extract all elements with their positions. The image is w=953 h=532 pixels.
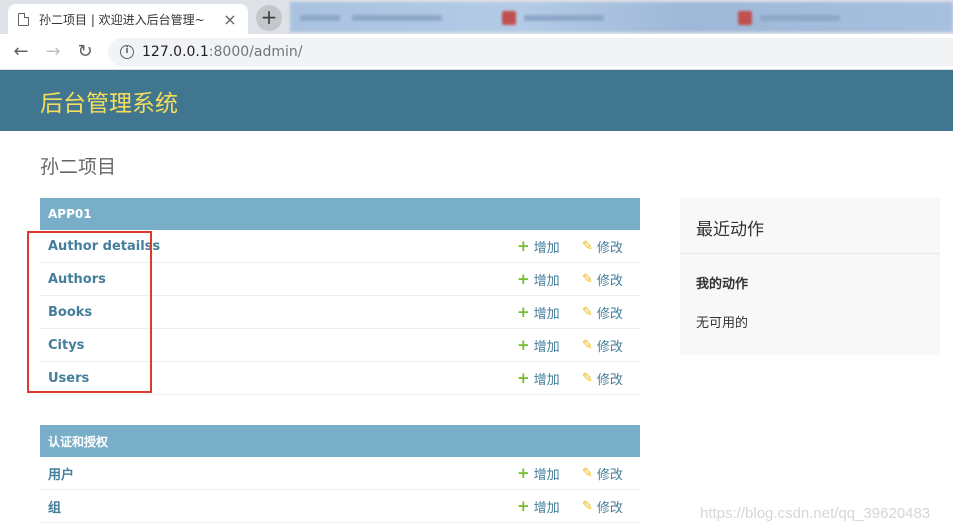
url-path: :8000/admin/ — [208, 44, 303, 60]
recent-actions-panel: 最近动作 我的动作 无可用的 — [680, 198, 940, 355]
add-link[interactable]: + 增加 — [517, 303, 560, 322]
my-actions-heading: 我的动作 — [696, 277, 749, 292]
change-label: 修改 — [596, 467, 623, 483]
document-icon — [18, 12, 29, 26]
highlight-annotation-box — [27, 231, 152, 393]
csdn-favicon-icon — [738, 11, 752, 25]
change-link[interactable]: ✎ 修改 — [582, 369, 623, 388]
page-title: 孙二项目 — [40, 156, 117, 178]
plus-icon: + — [517, 269, 530, 288]
background-tab-blurred — [300, 15, 340, 21]
pencil-icon: ✎ — [582, 304, 593, 320]
pencil-icon: ✎ — [582, 238, 593, 254]
change-link[interactable]: ✎ 修改 — [582, 497, 623, 516]
pencil-icon: ✎ — [582, 498, 593, 514]
csdn-favicon-icon — [502, 11, 516, 25]
plus-icon: + — [517, 368, 530, 387]
new-tab-button[interactable]: + — [256, 5, 282, 31]
change-label: 修改 — [596, 306, 623, 322]
background-tab-blurred — [524, 15, 604, 21]
back-arrow-icon[interactable]: ← — [10, 41, 32, 63]
forward-arrow-icon[interactable]: → — [42, 41, 64, 63]
model-link[interactable]: 组 — [40, 497, 61, 516]
change-label: 修改 — [596, 500, 623, 516]
plus-icon: + — [517, 236, 530, 255]
pencil-icon: ✎ — [582, 465, 593, 481]
background-tabs[interactable] — [290, 2, 953, 32]
module-auth: 认证和授权 用户 + 增加 ✎ 修改 组 + 增加 ✎ 修改 — [40, 425, 640, 523]
address-bar[interactable]: i 127.0.0.1:8000/admin/ — [108, 38, 953, 66]
change-link[interactable]: ✎ 修改 — [582, 237, 623, 256]
info-icon[interactable]: i — [120, 45, 134, 59]
close-icon[interactable]: × — [222, 10, 238, 29]
add-label: 增加 — [533, 500, 560, 516]
change-link[interactable]: ✎ 修改 — [582, 464, 623, 483]
background-tab-blurred — [760, 15, 840, 21]
add-link[interactable]: + 增加 — [517, 336, 560, 355]
add-label: 增加 — [533, 273, 560, 289]
plus-icon: + — [517, 302, 530, 321]
module-caption[interactable]: APP01 — [40, 198, 640, 230]
browser-tab-active[interactable]: 孙二项目 | 欢迎进入后台管理~ × — [8, 4, 248, 34]
add-link[interactable]: + 增加 — [517, 497, 560, 516]
add-label: 增加 — [533, 240, 560, 256]
url-host: 127.0.0.1 — [142, 44, 209, 60]
plus-icon: + — [517, 463, 530, 482]
plus-icon: + — [517, 496, 530, 515]
add-link[interactable]: + 增加 — [517, 464, 560, 483]
add-label: 增加 — [533, 467, 560, 483]
recent-actions-title: 最近动作 — [680, 198, 940, 254]
background-tab-blurred — [352, 15, 442, 21]
change-label: 修改 — [596, 339, 623, 355]
watermark: https://blog.csdn.net/qq_39620483 — [700, 505, 931, 522]
change-label: 修改 — [596, 372, 623, 388]
tab-title: 孙二项目 | 欢迎进入后台管理~ — [39, 12, 205, 27]
change-label: 修改 — [596, 240, 623, 256]
change-link[interactable]: ✎ 修改 — [582, 303, 623, 322]
add-link[interactable]: + 增加 — [517, 369, 560, 388]
pencil-icon: ✎ — [582, 337, 593, 353]
model-link[interactable]: 用户 — [40, 464, 74, 483]
pencil-icon: ✎ — [582, 370, 593, 386]
add-label: 增加 — [533, 339, 560, 355]
site-branding[interactable]: 后台管理系统 — [40, 84, 178, 118]
table-row: 用户 + 增加 ✎ 修改 — [40, 457, 640, 490]
module-caption[interactable]: 认证和授权 — [40, 425, 640, 457]
add-label: 增加 — [533, 306, 560, 322]
admin-header: 后台管理系统 — [0, 70, 953, 131]
change-link[interactable]: ✎ 修改 — [582, 336, 623, 355]
change-label: 修改 — [596, 273, 623, 289]
no-actions-text: 无可用的 — [696, 316, 749, 331]
browser-toolbar: ← → ↻ i 127.0.0.1:8000/admin/ — [0, 34, 953, 70]
browser-tabstrip: 孙二项目 | 欢迎进入后台管理~ × + — [0, 0, 953, 34]
plus-icon: + — [517, 335, 530, 354]
table-row: 组 + 增加 ✎ 修改 — [40, 490, 640, 523]
reload-icon[interactable]: ↻ — [74, 41, 96, 63]
add-label: 增加 — [533, 372, 560, 388]
pencil-icon: ✎ — [582, 271, 593, 287]
add-link[interactable]: + 增加 — [517, 270, 560, 289]
add-link[interactable]: + 增加 — [517, 237, 560, 256]
change-link[interactable]: ✎ 修改 — [582, 270, 623, 289]
